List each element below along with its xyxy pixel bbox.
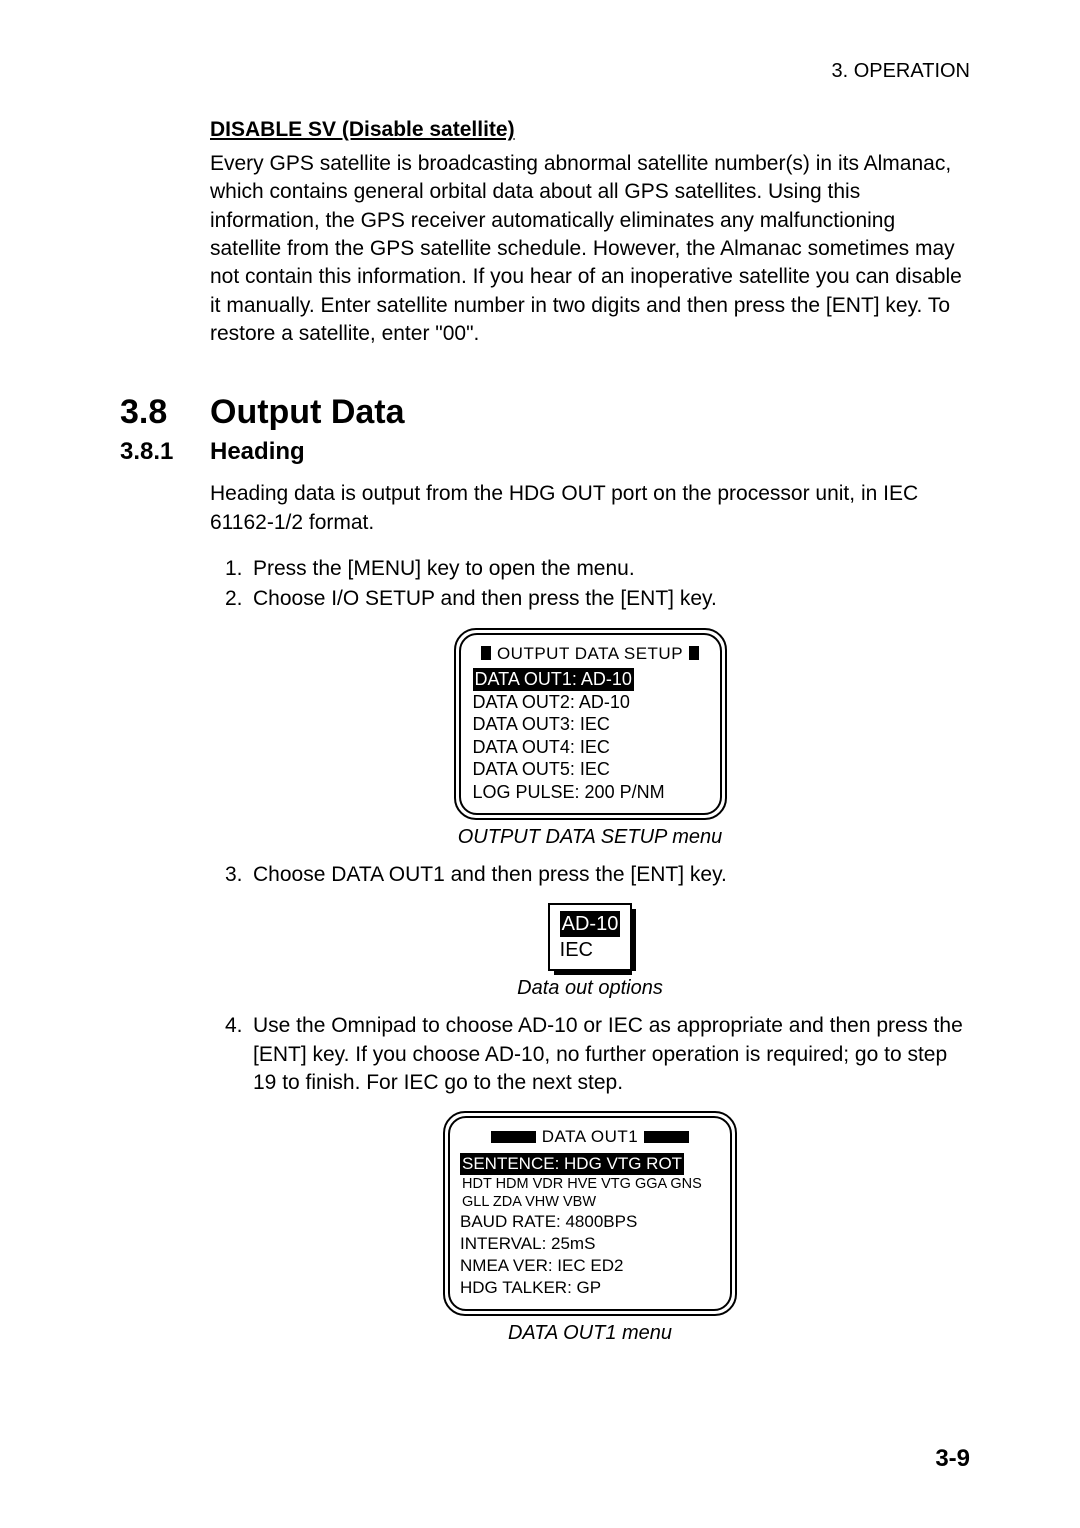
figure-caption: Data out options (210, 977, 970, 1000)
section-number: 3.8 (120, 393, 210, 432)
lcd-row: HDG TALKER: GP (460, 1277, 720, 1299)
lcd-row-small: GLL ZDA VHW VBW (460, 1193, 720, 1211)
title-bar-icon (689, 646, 699, 660)
data-out-options-screen: AD-10 IEC (548, 903, 633, 971)
step-2: Choose I/O SETUP and then press the [ENT… (253, 585, 970, 613)
lcd-row: DATA OUT4: IEC (473, 736, 708, 759)
option-selected: AD-10 (560, 911, 621, 937)
page-number: 3-9 (935, 1445, 970, 1473)
lcd-row-small: HDT HDM VDR HVE VTG GGA GNS (460, 1175, 720, 1193)
lcd-row: DATA OUT2: AD-10 (473, 691, 708, 714)
title-bar-icon (481, 646, 491, 660)
list-item: 3. Choose DATA OUT1 and then press the [… (225, 861, 970, 889)
subsection-number: 3.8.1 (120, 438, 210, 466)
lcd-row: LOG PULSE: 200 P/NM (473, 781, 708, 804)
list-item: 1. Press the [MENU] key to open the menu… (225, 555, 970, 583)
title-bar-icon (491, 1131, 536, 1143)
title-bar-icon (644, 1131, 689, 1143)
step-3: Choose DATA OUT1 and then press the [ENT… (253, 861, 970, 889)
list-item: 2. Choose I/O SETUP and then press the [… (225, 585, 970, 613)
lcd-title: DATA OUT1 (542, 1126, 638, 1148)
heading-body: Heading data is output from the HDG OUT … (210, 480, 970, 537)
lcd-row: BAUD RATE: 4800BPS (460, 1211, 720, 1233)
disable-sv-heading: DISABLE SV (Disable satellite) (210, 118, 970, 142)
step-1: Press the [MENU] key to open the menu. (253, 555, 970, 583)
page-header: 3. OPERATION (120, 60, 970, 83)
disable-sv-body: Every GPS satellite is broadcasting abno… (210, 150, 970, 348)
figure-caption: OUTPUT DATA SETUP menu (210, 826, 970, 849)
lcd-row: DATA OUT3: IEC (473, 713, 708, 736)
step-4: Use the Omnipad to choose AD-10 or IEC a… (253, 1012, 970, 1097)
data-out1-screen: DATA OUT1 SENTENCE: HDG VTG ROT HDT HDM … (443, 1111, 737, 1316)
lcd-row: DATA OUT5: IEC (473, 758, 708, 781)
lcd-title: OUTPUT DATA SETUP (497, 643, 683, 664)
list-item: 4. Use the Omnipad to choose AD-10 or IE… (225, 1012, 970, 1097)
option-unselected: IEC (560, 937, 621, 963)
figure-caption: DATA OUT1 menu (210, 1322, 970, 1345)
section-title: Output Data (210, 393, 405, 432)
lcd-row: NMEA VER: IEC ED2 (460, 1255, 720, 1277)
lcd-row-selected: SENTENCE: HDG VTG ROT (460, 1153, 684, 1175)
subsection-title: Heading (210, 438, 305, 466)
output-data-setup-screen: OUTPUT DATA SETUP DATA OUT1: AD-10 DATA … (454, 628, 727, 820)
lcd-row: INTERVAL: 25mS (460, 1233, 720, 1255)
lcd-row-selected: DATA OUT1: AD-10 (473, 668, 634, 691)
